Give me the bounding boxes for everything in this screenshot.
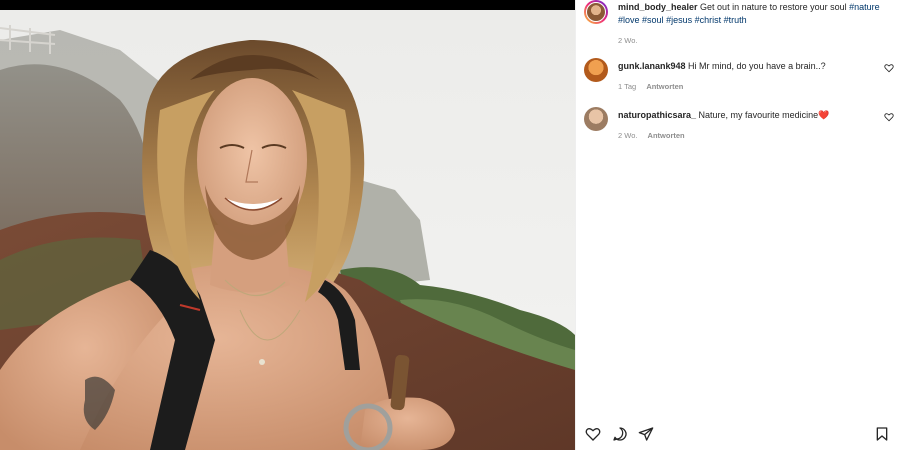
- hashtag-soul[interactable]: #soul: [642, 15, 664, 25]
- comment-icon[interactable]: [612, 426, 628, 442]
- comment-meta: 2 Wo. Antworten: [618, 130, 894, 142]
- commenter-username[interactable]: gunk.lanank948: [618, 61, 686, 71]
- comment-text: Hi Mr mind, do you have a brain..?: [688, 61, 826, 71]
- heart-icon[interactable]: [585, 426, 601, 442]
- commenter-username[interactable]: naturopathicsara_: [618, 110, 696, 120]
- hashtag-jesus[interactable]: #jesus: [666, 15, 692, 25]
- post-action-bar: [576, 416, 900, 450]
- comment-item: naturopathicsara_ Nature, my favourite m…: [584, 107, 894, 142]
- hashtag-nature[interactable]: #nature: [849, 2, 880, 12]
- heart-icon[interactable]: [884, 112, 894, 122]
- post-photo[interactable]: [0, 0, 575, 450]
- share-icon[interactable]: [638, 426, 654, 442]
- post-side-panel: mind_body_healer Get out in nature to re…: [575, 0, 900, 450]
- caption-text: mind_body_healer Get out in nature to re…: [618, 1, 894, 48]
- comment-body: gunk.lanank948 Hi Mr mind, do you have a…: [618, 60, 894, 93]
- comment-time[interactable]: 2 Wo.: [618, 131, 637, 140]
- author-username[interactable]: mind_body_healer: [618, 2, 698, 12]
- hashtag-christ[interactable]: #christ: [695, 15, 722, 25]
- hashtag-truth[interactable]: #truth: [724, 15, 747, 25]
- bookmark-icon[interactable]: [874, 426, 890, 442]
- commenter-avatar[interactable]: [584, 58, 608, 82]
- caption-body: Get out in nature to restore your soul: [700, 2, 847, 12]
- comment-text: Nature, my favourite medicine: [698, 110, 819, 120]
- comment-meta: 1 Tag Antworten: [618, 81, 894, 93]
- post-time[interactable]: 2 Wo.: [618, 36, 637, 45]
- author-avatar[interactable]: [584, 0, 608, 24]
- caption-meta: 2 Wo.: [618, 35, 894, 48]
- selfie-image: [0, 10, 575, 450]
- post-caption: mind_body_healer Get out in nature to re…: [584, 0, 894, 48]
- commenter-avatar[interactable]: [584, 107, 608, 131]
- reply-button[interactable]: Antworten: [646, 82, 683, 91]
- hashtag-love[interactable]: #love: [618, 15, 640, 25]
- comment-body: naturopathicsara_ Nature, my favourite m…: [618, 109, 894, 142]
- reply-button[interactable]: Antworten: [648, 131, 685, 140]
- comment-time[interactable]: 1 Tag: [618, 82, 636, 91]
- red-heart-emoji: ❤️: [818, 110, 830, 120]
- photo-top-bar: [0, 0, 575, 10]
- heart-icon[interactable]: [884, 63, 894, 73]
- instagram-post-viewer: mind_body_healer Get out in nature to re…: [0, 0, 900, 450]
- comment-item: gunk.lanank948 Hi Mr mind, do you have a…: [584, 58, 894, 93]
